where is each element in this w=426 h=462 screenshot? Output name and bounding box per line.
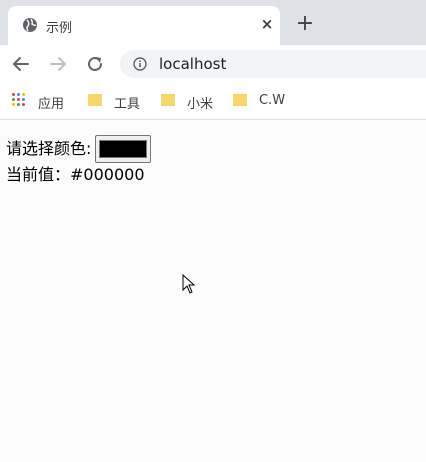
bookmark-label: C.W bbox=[259, 93, 286, 108]
page-content: 请选择颜色: 当前值： #000000 bbox=[6, 134, 152, 186]
color-prompt-label: 请选择颜色: bbox=[6, 139, 92, 158]
color-swatch bbox=[99, 140, 148, 158]
url-text: localhost bbox=[159, 55, 227, 73]
address-bar[interactable]: localhost bbox=[120, 50, 426, 78]
color-picker-input[interactable] bbox=[95, 135, 152, 163]
globe-icon bbox=[23, 18, 37, 32]
current-value-label: 当前值： bbox=[6, 165, 71, 184]
browser-tab[interactable]: 示例 × bbox=[8, 6, 280, 45]
forward-arrow-icon[interactable] bbox=[47, 53, 69, 75]
current-value-text: #000000 bbox=[70, 165, 145, 184]
mouse-cursor-icon bbox=[182, 274, 196, 294]
apps-grid-icon bbox=[12, 93, 26, 107]
tab-title: 示例 bbox=[46, 21, 73, 36]
folder-icon bbox=[233, 94, 247, 106]
folder-icon bbox=[161, 94, 175, 106]
info-icon[interactable] bbox=[133, 57, 147, 71]
folder-icon bbox=[88, 94, 102, 106]
bookmark-label: 工具 bbox=[114, 97, 141, 112]
bookmarks-bar: 应用 工具 小米 C.W bbox=[0, 83, 426, 120]
reload-icon[interactable] bbox=[84, 53, 106, 75]
browser-toolbar: localhost bbox=[0, 45, 426, 83]
bookmark-label: 应用 bbox=[38, 97, 65, 112]
back-arrow-icon[interactable] bbox=[10, 53, 32, 75]
bookmark-label: 小米 bbox=[187, 97, 214, 112]
tab-strip: 示例 × + bbox=[0, 0, 426, 45]
new-tab-button[interactable]: + bbox=[294, 13, 316, 35]
close-tab-icon[interactable]: × bbox=[257, 14, 277, 34]
